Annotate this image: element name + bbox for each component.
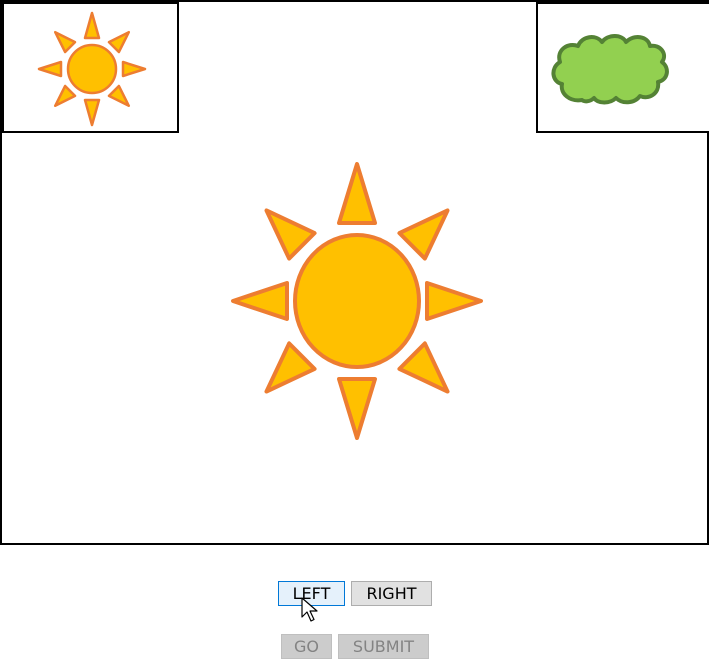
top-left-slot xyxy=(2,2,179,133)
left-button[interactable]: LEFT xyxy=(278,581,345,606)
small-sun-icon xyxy=(37,11,147,127)
center-sun-slot xyxy=(230,162,486,440)
top-right-slot xyxy=(536,2,709,133)
scene-canvas xyxy=(0,0,709,545)
sun-icon xyxy=(231,162,483,440)
go-button[interactable]: GO xyxy=(281,634,332,659)
submit-button[interactable]: SUBMIT xyxy=(338,634,429,659)
cloud-icon xyxy=(551,34,669,105)
right-button[interactable]: RIGHT xyxy=(351,581,432,606)
